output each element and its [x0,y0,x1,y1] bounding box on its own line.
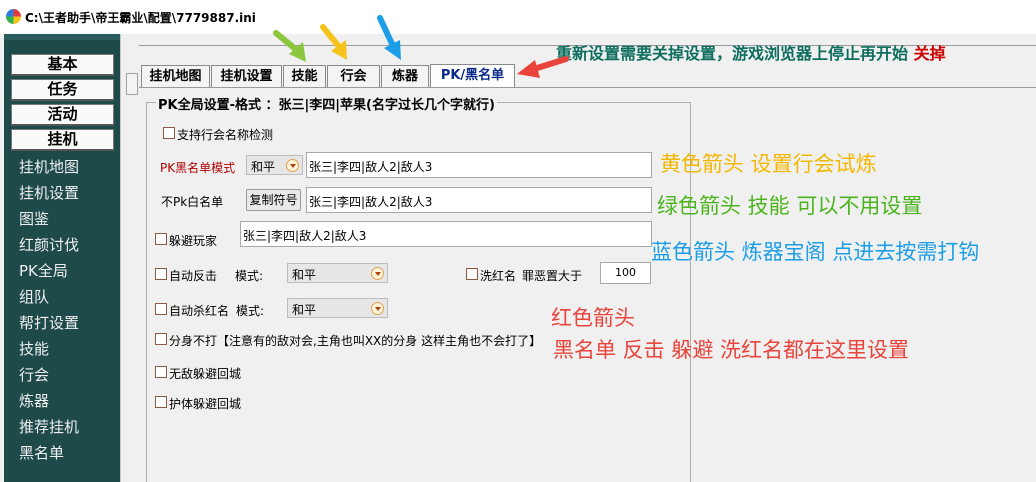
chevron-down-icon [371,267,384,280]
auto-kill-red-mode-select[interactable]: 和平 [287,298,388,318]
blacklist-input[interactable]: 张三|李四|敌人2|敌人3 [306,152,652,178]
tab-guild[interactable]: 行会 [327,65,380,88]
red-arrow-note-title: 红色箭头 [551,306,635,330]
window-title: C:\王者助手\帝王霸业\配置\7779887.ini [25,11,256,25]
blacklist-mode-label: PK黑名单模式 [160,161,236,175]
avoid-player-checkbox[interactable] [155,233,167,245]
sidebar-item-help-fight[interactable]: 帮打设置 [19,312,79,333]
blue-arrow-note: 蓝色箭头 炼器宝阁 点进去按需打钩 [651,240,980,264]
skip-clone-label: 分身不打【注意有的敌对会,主角也叫XX的分身 这样主角也不会打了】 [169,334,542,348]
tab-skills[interactable]: 技能 [283,65,326,88]
sidebar-item-beauty-crusade[interactable]: 红颜讨伐 [19,234,79,255]
avoid-player-label: 躲避玩家 [169,234,218,248]
sidebar-item-hangup-map[interactable]: 挂机地图 [19,156,79,177]
shield-avoid-label: 护体躲避回城 [169,397,242,411]
wash-red-checkbox[interactable] [466,268,478,280]
sidebar-item-recommended-hangup[interactable]: 推荐挂机 [19,416,79,437]
tab-pk-blacklist[interactable]: PK/黑名单 [430,64,515,88]
sin-value-input[interactable]: 100 [600,262,651,284]
auto-counter-mode-label: 模式: [235,269,264,283]
auto-counter-mode-select[interactable]: 和平 [287,263,388,283]
sidebar-item-pk-global[interactable]: PK全局 [19,260,68,281]
restart-notice-text: 重新设置需要关掉设置，游戏浏览器上停止再开始 [556,44,909,63]
tab-refining[interactable]: 炼器 [381,65,429,88]
app-window: C:\王者助手\帝王霸业\配置\7779887.ini 基本 任务 活动 挂机 … [0,0,1036,482]
blacklist-mode-select[interactable]: 和平 [246,155,303,175]
auto-kill-red-label: 自动杀红名 [169,304,230,318]
chevron-down-icon [371,302,384,315]
tab-hangup-map[interactable]: 挂机地图 [141,65,210,88]
auto-counter-label: 自动反击 [169,269,218,283]
pk-settings-group-title: PK全局设置-格式 ：张三|李四|苹果(名字过长几个字就行) [156,94,497,113]
auto-kill-red-checkbox[interactable] [155,303,167,315]
copy-symbol-button[interactable]: 复制符号 [246,189,301,211]
sidebar-button-basic[interactable]: 基本 [11,54,114,76]
tab-bar-border [139,87,1036,88]
auto-kill-red-mode-value: 和平 [292,303,317,317]
sidebar-item-skills[interactable]: 技能 [19,338,49,359]
sidebar-button-activity[interactable]: 活动 [11,104,114,126]
sidebar-item-codex[interactable]: 图鉴 [19,208,49,229]
scroll-handle[interactable] [126,73,138,95]
restart-notice-tail: 关掉 [913,44,946,63]
chevron-down-icon [286,159,299,172]
invincible-avoid-checkbox[interactable] [155,366,167,378]
auto-counter-checkbox[interactable] [155,268,167,280]
blacklist-mode-value: 和平 [251,160,276,174]
sidebar-button-task[interactable]: 任务 [11,79,114,101]
red-arrow-note-body: 黑名单 反击 躲避 洗红名都在这里设置 [553,338,910,362]
skip-clone-checkbox[interactable] [155,333,167,345]
green-arrow-note: 绿色箭头 技能 可以不用设置 [657,194,923,218]
avoid-player-input[interactable]: 张三|李四|敌人2|敌人3 [240,221,652,247]
whitelist-label: 不Pk白名单 [161,195,224,209]
app-logo-icon [6,9,21,24]
invincible-avoid-label: 无敌躲避回城 [169,367,242,381]
sidebar-item-team[interactable]: 组队 [19,286,49,307]
sidebar-item-refining[interactable]: 炼器 [19,390,49,411]
sidebar: 基本 任务 活动 挂机 挂机地图 挂机设置 图鉴 红颜讨伐 PK全局 组队 帮打… [4,34,120,482]
title-bar: C:\王者助手\帝王霸业\配置\7779887.ini [0,0,1036,34]
auto-kill-red-mode-label: 模式: [236,304,265,318]
sidebar-item-hangup-settings[interactable]: 挂机设置 [19,182,79,203]
wash-red-label: 洗红名 [480,269,517,283]
restart-notice: 重新设置需要关掉设置，游戏浏览器上停止再开始 关掉 [556,40,946,64]
shield-avoid-checkbox[interactable] [155,396,167,408]
whitelist-input[interactable]: 张三|李四|敌人2|敌人3 [306,187,652,213]
support-guild-check-checkbox[interactable] [163,127,175,139]
tab-hangup-settings[interactable]: 挂机设置 [211,65,282,88]
sidebar-item-blacklist[interactable]: 黑名单 [19,442,64,463]
sin-value-label: 罪恶置大于 [522,269,583,283]
sidebar-button-hangup[interactable]: 挂机 [11,129,114,151]
auto-counter-mode-value: 和平 [292,268,317,282]
sidebar-item-guild[interactable]: 行会 [19,364,49,385]
support-guild-check-label: 支持行会名称检测 [177,128,274,142]
yellow-arrow-note: 黄色箭头 设置行会试炼 [660,152,877,176]
